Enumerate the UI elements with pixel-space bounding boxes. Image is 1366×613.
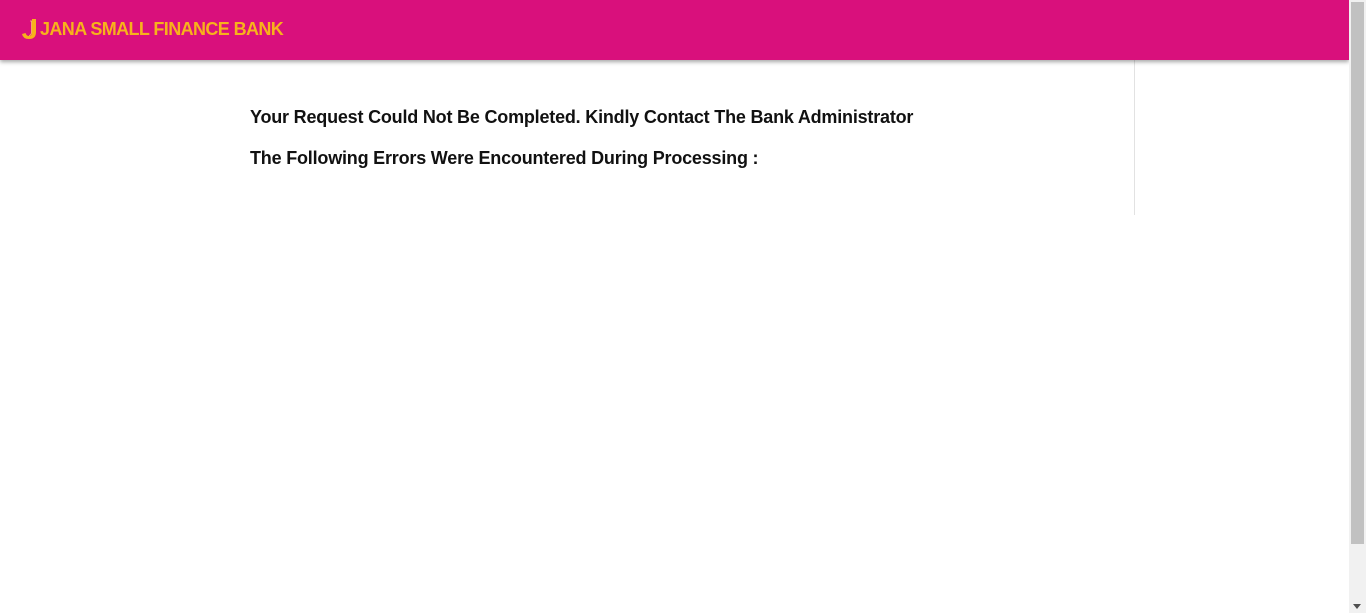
brand-logo-link[interactable]: JANA SMALL FINANCE BANK: [20, 16, 284, 42]
errors-heading: The Following Errors Were Encountered Du…: [250, 148, 759, 168]
brand-name: JANA SMALL FINANCE BANK: [40, 18, 284, 39]
error-message: Your Request Could Not Be Completed. Kin…: [250, 107, 914, 127]
chevron-down-icon[interactable]: [1353, 604, 1361, 609]
vertical-scrollbar[interactable]: [1349, 0, 1366, 613]
error-page: JANA SMALL FINANCE BANK Your Request Cou…: [0, 0, 1366, 613]
error-message-panel: Your Request Could Not Be Completed. Kin…: [250, 105, 1110, 170]
jana-j-logo-icon: [20, 17, 38, 41]
top-header-bar: JANA SMALL FINANCE BANK: [0, 0, 1349, 60]
main-content: Your Request Could Not Be Completed. Kin…: [0, 60, 1349, 613]
scrollbar-thumb[interactable]: [1351, 2, 1364, 544]
vertical-divider: [1134, 60, 1135, 215]
